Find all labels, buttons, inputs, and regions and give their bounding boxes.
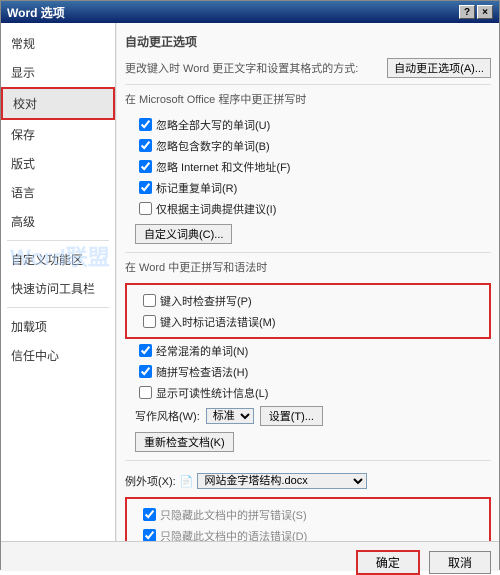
- lbl-flag-repeat: 标记重复单词(R): [156, 180, 237, 196]
- dialog-footer: 确定 取消: [1, 541, 499, 571]
- window-title: Word 选项: [7, 4, 457, 21]
- help-icon[interactable]: ?: [459, 5, 475, 19]
- lbl-grammar-with-spelling: 随拼写检查语法(H): [156, 364, 248, 380]
- cb-maindict-only[interactable]: [139, 202, 152, 215]
- cb-confused-words[interactable]: [139, 344, 152, 357]
- sidebar-item-customize-ribbon[interactable]: 自定义功能区: [1, 245, 115, 274]
- exceptions-highlight-box: 只隐藏此文档中的拼写错误(S) 只隐藏此文档中的语法错误(D): [125, 497, 491, 541]
- spellcheck-highlight-box: 键入时检查拼写(P) 键入时标记语法错误(M): [125, 283, 491, 339]
- sidebar-item-display[interactable]: 显示: [1, 58, 115, 87]
- lbl-ignore-internet: 忽略 Internet 和文件地址(F): [156, 159, 290, 175]
- lbl-maindict-only: 仅根据主词典提供建议(I): [156, 201, 276, 217]
- cb-ignore-uppercase[interactable]: [139, 118, 152, 131]
- lbl-ignore-numbers: 忽略包含数字的单词(B): [156, 138, 270, 154]
- cb-grammar-with-spelling[interactable]: [139, 365, 152, 378]
- writing-style-select[interactable]: 标准: [206, 408, 254, 424]
- cb-ignore-internet[interactable]: [139, 160, 152, 173]
- writing-style-label: 写作风格(W):: [135, 408, 200, 424]
- settings-button[interactable]: 设置(T)...: [260, 406, 323, 426]
- cb-flag-repeat[interactable]: [139, 181, 152, 194]
- section-office-proofing: 在 Microsoft Office 程序中更正拼写时: [125, 84, 491, 107]
- exceptions-label: 例外项(X):: [125, 473, 176, 489]
- exceptions-doc-select[interactable]: 网站金字塔结构.docx: [197, 473, 367, 489]
- lbl-confused-words: 经常混淆的单词(N): [156, 343, 248, 359]
- divider: [7, 240, 109, 241]
- cb-hide-grammar-this-doc[interactable]: [143, 529, 156, 541]
- cb-mark-grammar[interactable]: [143, 315, 156, 328]
- lbl-hide-grammar-this-doc: 只隐藏此文档中的语法错误(D): [160, 528, 307, 542]
- sidebar-item-trust[interactable]: 信任中心: [1, 341, 115, 370]
- lbl-readability-stats: 显示可读性统计信息(L): [156, 385, 268, 401]
- cb-check-spelling[interactable]: [143, 294, 156, 307]
- autocorrect-text: 更改键入时 Word 更正文字和设置其格式的方式:: [125, 63, 358, 75]
- sidebar-item-general[interactable]: 常规: [1, 29, 115, 58]
- lbl-mark-grammar: 键入时标记语法错误(M): [160, 314, 276, 330]
- autocorrect-options-button[interactable]: 自动更正选项(A)...: [387, 58, 491, 78]
- cb-ignore-numbers[interactable]: [139, 139, 152, 152]
- sidebar-item-qat[interactable]: 快速访问工具栏: [1, 274, 115, 303]
- sidebar-item-layout[interactable]: 版式: [1, 149, 115, 178]
- content-pane: 自动更正选项 更改键入时 Word 更正文字和设置其格式的方式: 自动更正选项(…: [116, 23, 499, 541]
- lbl-ignore-uppercase: 忽略全部大写的单词(U): [156, 117, 270, 133]
- section-autocorrect: 自动更正选项: [125, 33, 491, 50]
- sidebar-item-save[interactable]: 保存: [1, 120, 115, 149]
- section-word-proofing: 在 Word 中更正拼写和语法时: [125, 252, 491, 275]
- lbl-hide-spelling-this-doc: 只隐藏此文档中的拼写错误(S): [160, 507, 307, 523]
- sidebar-item-proofing[interactable]: 校对: [1, 87, 115, 120]
- sidebar-item-addins[interactable]: 加载项: [1, 312, 115, 341]
- sidebar: 常规 显示 校对 保存 版式 语言 高级 自定义功能区 快速访问工具栏 加载项 …: [1, 23, 116, 541]
- cancel-button[interactable]: 取消: [429, 551, 491, 574]
- recheck-doc-button[interactable]: 重新检查文档(K): [135, 432, 234, 452]
- word-doc-icon: 📄: [180, 475, 194, 488]
- cb-readability-stats[interactable]: [139, 386, 152, 399]
- ok-button[interactable]: 确定: [356, 550, 420, 575]
- title-bar: Word 选项 ? ×: [1, 1, 499, 23]
- divider: [7, 307, 109, 308]
- sidebar-item-language[interactable]: 语言: [1, 178, 115, 207]
- cb-hide-spelling-this-doc[interactable]: [143, 508, 156, 521]
- lbl-check-spelling: 键入时检查拼写(P): [160, 293, 252, 309]
- close-icon[interactable]: ×: [477, 5, 493, 19]
- sidebar-item-advanced[interactable]: 高级: [1, 207, 115, 236]
- custom-dict-button[interactable]: 自定义词典(C)...: [135, 224, 232, 244]
